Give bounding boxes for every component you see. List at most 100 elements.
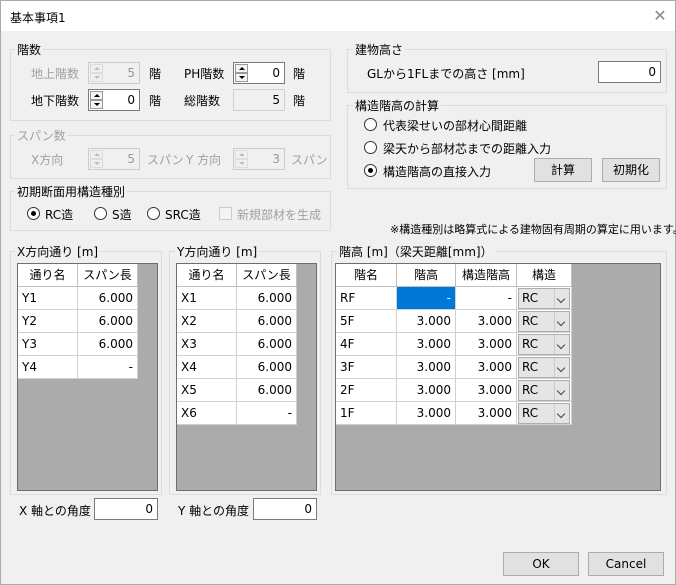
radio-direct-input-label[interactable]: 構造階高の直接入力 [383, 163, 491, 180]
init-button[interactable]: 初期化 [602, 158, 660, 182]
x-grid-cell[interactable]: - [78, 356, 138, 379]
x-angle-input[interactable]: 0 [94, 498, 158, 520]
radio-beam-depth[interactable] [364, 118, 377, 131]
new-member-label: 新規部材を生成 [237, 208, 322, 222]
radio-src-label[interactable]: SRC造 [165, 206, 201, 223]
x-grid-cell[interactable]: Y2 [18, 310, 78, 333]
chevron-down-icon[interactable] [554, 404, 569, 423]
story-cell[interactable]: 3.000 [397, 333, 456, 356]
y-grid-cell[interactable]: - [237, 402, 297, 425]
story-header-name: 階名 [336, 264, 397, 287]
y-grid-cell[interactable]: 6.000 [237, 310, 297, 333]
story-cell[interactable]: 3F [336, 356, 397, 379]
cancel-button[interactable]: Cancel [588, 552, 664, 576]
y-grid-cell[interactable]: X3 [177, 333, 237, 356]
y-grid-cell[interactable]: 6.000 [237, 356, 297, 379]
struct-select[interactable]: RC [518, 334, 570, 355]
x-grid-table[interactable]: 通り名 スパン長 Y1 6.000 Y2 6.000 Y3 6.000 Y4 - [17, 263, 158, 491]
section-group-label: 初期断面用構造種別 [15, 183, 128, 200]
above-floors-stepper: 5 [88, 62, 140, 84]
story-struct-cell: RC [517, 310, 572, 333]
span-y-label: Y 方向 [186, 153, 222, 167]
ph-floors-value[interactable]: 0 [272, 66, 280, 80]
y-grid-cell[interactable]: 6.000 [237, 287, 297, 310]
x-grid-cell[interactable]: Y4 [18, 356, 78, 379]
y-grid-label: Y方向通り [m] [175, 243, 260, 260]
below-floors-label: 地下階数 [31, 94, 80, 108]
below-floors-stepper[interactable]: 0 [88, 89, 140, 111]
below-floors-unit: 階 [149, 94, 162, 108]
y-angle-label: Y 軸との角度 [178, 504, 250, 518]
gl-height-input[interactable]: 0 [598, 61, 661, 83]
chevron-down-icon[interactable] [554, 381, 569, 400]
story-cell[interactable]: 1F [336, 402, 397, 425]
close-icon[interactable]: ✕ [649, 5, 671, 27]
story-cell[interactable]: 5F [336, 310, 397, 333]
x-grid-cell[interactable]: 6.000 [78, 310, 138, 333]
y-angle-input[interactable]: 0 [253, 498, 317, 520]
span-y-value: 3 [272, 152, 280, 166]
total-floors-field: 5 [233, 89, 285, 111]
total-floors-value: 5 [272, 93, 280, 107]
ph-floors-stepper[interactable]: 0 [233, 62, 285, 84]
x-grid-cell[interactable]: Y3 [18, 333, 78, 356]
radio-s-label[interactable]: S造 [112, 206, 132, 223]
gl-height-value[interactable]: 0 [648, 65, 656, 79]
story-cell[interactable]: 4F [336, 333, 397, 356]
y-grid-cell[interactable]: X6 [177, 402, 237, 425]
story-cell[interactable]: RF [336, 287, 397, 310]
dialog-window: 基本事項1 ✕ 階数 地上階数 5 階 地下階数 0 階 PH階数 0 階 総階… [0, 0, 676, 585]
radio-s[interactable] [94, 207, 107, 220]
chevron-down-icon[interactable] [554, 312, 569, 331]
radio-src[interactable] [147, 207, 160, 220]
story-struct-cell: RC [517, 402, 572, 425]
radio-beam-top[interactable] [364, 141, 377, 154]
radio-rc[interactable] [27, 207, 40, 220]
calc-button[interactable]: 計算 [534, 158, 592, 182]
story-cell[interactable]: - [397, 287, 456, 310]
radio-beam-top-label[interactable]: 梁天から部材芯までの距離入力 [383, 140, 551, 157]
radio-beam-depth-label[interactable]: 代表梁せいの部材心間距離 [383, 117, 527, 134]
x-grid-cell[interactable]: Y1 [18, 287, 78, 310]
ok-button[interactable]: OK [503, 552, 579, 576]
window-title: 基本事項1 [10, 11, 66, 25]
x-grid-header-name: 通り名 [18, 264, 78, 287]
y-grid-cell[interactable]: X1 [177, 287, 237, 310]
struct-select[interactable]: RC [518, 288, 570, 309]
story-cell[interactable]: 3.000 [397, 356, 456, 379]
chevron-down-icon[interactable] [554, 289, 569, 308]
x-grid-cell[interactable]: 6.000 [78, 287, 138, 310]
x-grid-cell[interactable]: 6.000 [78, 333, 138, 356]
y-grid-cell[interactable]: X2 [177, 310, 237, 333]
radio-rc-label[interactable]: RC造 [45, 206, 73, 223]
struct-select[interactable]: RC [518, 403, 570, 424]
story-cell[interactable]: 3.000 [456, 356, 517, 379]
story-cell[interactable]: 3.000 [397, 310, 456, 333]
y-grid-cell[interactable]: 6.000 [237, 379, 297, 402]
struct-select[interactable]: RC [518, 311, 570, 332]
story-cell[interactable]: 3.000 [397, 402, 456, 425]
story-cell[interactable]: 3.000 [456, 310, 517, 333]
struct-select-value: RC [522, 291, 539, 305]
x-grid-header-span: スパン長 [78, 264, 138, 287]
story-header-struct: 構造 [517, 264, 572, 287]
story-cell[interactable]: - [456, 287, 517, 310]
story-cell[interactable]: 3.000 [456, 379, 517, 402]
chevron-down-icon[interactable] [554, 335, 569, 354]
y-grid-cell[interactable]: 6.000 [237, 333, 297, 356]
y-grid-cell[interactable]: X5 [177, 379, 237, 402]
struct-select[interactable]: RC [518, 380, 570, 401]
story-cell[interactable]: 2F [336, 379, 397, 402]
radio-direct-input[interactable] [364, 164, 377, 177]
below-floors-value[interactable]: 0 [127, 93, 135, 107]
x-angle-value[interactable]: 0 [145, 502, 153, 516]
y-angle-value[interactable]: 0 [304, 502, 312, 516]
y-grid-table[interactable]: 通り名 スパン長 X1 6.000 X2 6.000 X3 6.000 X4 6… [176, 263, 317, 491]
y-grid-cell[interactable]: X4 [177, 356, 237, 379]
story-cell[interactable]: 3.000 [397, 379, 456, 402]
story-table[interactable]: 階名 階高 構造階高 構造 RF - - RC 5F 3.000 3.000 R… [335, 263, 661, 491]
struct-select[interactable]: RC [518, 357, 570, 378]
story-cell[interactable]: 3.000 [456, 333, 517, 356]
chevron-down-icon[interactable] [554, 358, 569, 377]
story-cell[interactable]: 3.000 [456, 402, 517, 425]
